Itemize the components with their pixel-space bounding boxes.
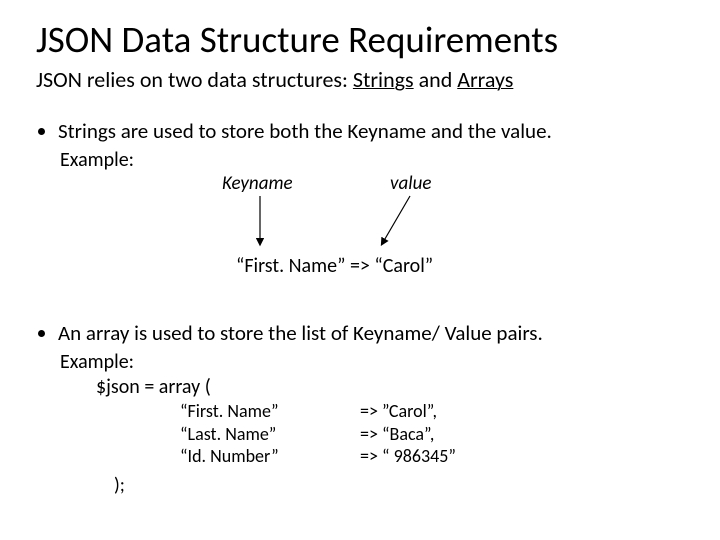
keyname-value-diagram: Keyname value “First. Name” => “Carol” bbox=[60, 172, 684, 292]
bullet-array: An array is used to store the list of Ke… bbox=[58, 320, 684, 346]
array-pairs: “First. Name” => ”Carol”, “Last. Name” =… bbox=[180, 400, 684, 468]
keyname-value-example: “First. Name” => “Carol” bbox=[236, 254, 433, 278]
bullet-strings: Strings are used to store both the Keyna… bbox=[58, 118, 684, 144]
value-label: value bbox=[390, 172, 431, 195]
pair-val-2: => “ 986345” bbox=[360, 445, 510, 468]
example-label-1: Example: bbox=[60, 148, 684, 172]
subtitle-prefix: JSON relies on two data structures: bbox=[36, 66, 353, 93]
pair-val-0: => ”Carol”, bbox=[360, 400, 510, 423]
example-label-2: Example: bbox=[60, 350, 684, 375]
pair-val-1: => “Baca”, bbox=[360, 423, 510, 446]
array-open-line: $json = array ( bbox=[96, 375, 684, 400]
subtitle-arrays: Arrays bbox=[457, 66, 513, 93]
array-close-line: ); bbox=[114, 468, 684, 498]
array-example: Example: $json = array ( “First. Name” =… bbox=[60, 350, 684, 497]
subtitle-and: and bbox=[414, 66, 458, 93]
pair-key-2: “Id. Number” bbox=[180, 445, 330, 468]
slide-subtitle: JSON relies on two data structures: Stri… bbox=[36, 67, 684, 92]
keyname-label: Keyname bbox=[222, 172, 293, 195]
pair-key-1: “Last. Name” bbox=[180, 423, 330, 446]
pair-key-0: “First. Name” bbox=[180, 400, 330, 423]
subtitle-strings: Strings bbox=[353, 66, 414, 93]
slide-title: JSON Data Structure Requirements bbox=[36, 20, 684, 61]
